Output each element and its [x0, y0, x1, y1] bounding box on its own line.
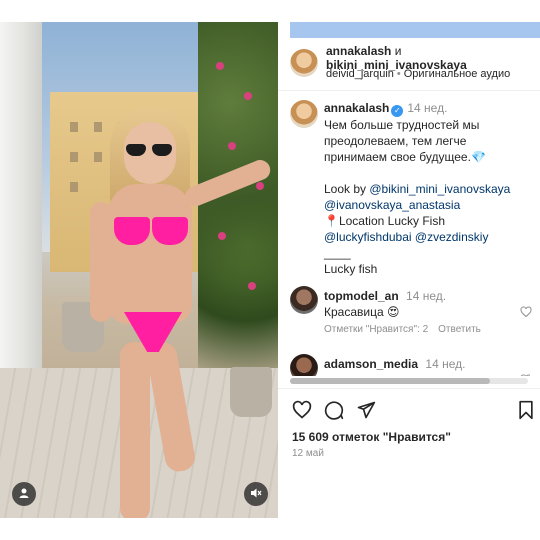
- audio-user-link[interactable]: deivid_jarquin: [326, 68, 394, 80]
- caption-line: Чем больше трудностей мы: [324, 118, 480, 132]
- send-icon: [356, 400, 376, 425]
- pin-emoji: 📍: [324, 214, 339, 228]
- scrollbar-thumb[interactable]: [290, 378, 490, 384]
- commenter-avatar[interactable]: [290, 286, 318, 314]
- instagram-post-screen: annakalash и bikini_mini_ivanovskaya dei…: [0, 0, 540, 540]
- audio-info: deivid_jarquin • Оригинальное аудио: [326, 68, 511, 80]
- audio-label-link[interactable]: Оригинальное аудио: [404, 68, 511, 80]
- comment-like-heart-icon[interactable]: [520, 306, 532, 321]
- divider: [278, 388, 540, 389]
- reply-button[interactable]: Ответить: [438, 324, 481, 335]
- comment-like-heart-icon[interactable]: [520, 374, 530, 376]
- comment-likes-link[interactable]: Отметки "Нравится": 2: [324, 324, 428, 335]
- heart-icon: [292, 400, 312, 425]
- like-button[interactable]: [290, 400, 314, 424]
- post-date[interactable]: 12 май: [292, 448, 324, 459]
- caption-line: преодолеваем, тем легче: [324, 134, 467, 148]
- comment-item: adamson_media 14 нед.: [290, 354, 530, 376]
- commenter-username-link[interactable]: adamson_media: [324, 357, 418, 371]
- author-avatar[interactable]: [290, 49, 318, 77]
- location-text: Location Lucky Fish: [338, 214, 446, 228]
- user-icon: [18, 487, 30, 502]
- mute-icon: [250, 487, 262, 502]
- gem-emoji: 💎: [470, 150, 486, 164]
- commenter-avatar[interactable]: [290, 354, 318, 376]
- caption-rule: ____: [324, 246, 351, 260]
- divider: [278, 90, 540, 91]
- tagged-users-button[interactable]: [12, 482, 36, 506]
- comment-body: adamson_media 14 нед.: [324, 356, 465, 372]
- mention-link[interactable]: @luckyfishdubai: [324, 230, 412, 244]
- comment-time: 14 нед.: [425, 357, 466, 371]
- post-actions-bar: [290, 400, 540, 424]
- verified-badge-icon: ✓: [391, 105, 404, 117]
- commenter-username-link[interactable]: topmodel_an: [324, 289, 399, 303]
- comment-button[interactable]: [322, 400, 346, 424]
- post-header: annakalash и bikini_mini_ivanovskaya dei…: [290, 43, 540, 83]
- caption-avatar[interactable]: [290, 100, 318, 128]
- comment-text: Красавица: [324, 305, 384, 319]
- mute-button[interactable]: [244, 482, 268, 506]
- post-caption: annakalash ✓ 14 нед. Чем больше трудностей…: [324, 100, 534, 277]
- top-accent-bar: [290, 22, 540, 38]
- look-by-label: Look by: [324, 182, 367, 196]
- comment-icon: [324, 400, 344, 425]
- caption-line: принимаем свое будущее.: [324, 150, 471, 164]
- share-button[interactable]: [354, 400, 378, 424]
- heart-eyes-emoji: 😍: [386, 305, 400, 319]
- author-username-link[interactable]: annakalash: [326, 44, 391, 58]
- comment-meta: Отметки "Нравится": 2 Ответить: [324, 324, 481, 335]
- caption-username-link[interactable]: annakalash: [324, 101, 389, 115]
- mention-link[interactable]: @zvezdinskiy: [415, 230, 489, 244]
- caption-footer: Lucky fish: [324, 262, 378, 276]
- caption-time: 14 нед.: [407, 101, 448, 115]
- save-button[interactable]: [514, 400, 538, 424]
- post-details-panel: annakalash и bikini_mini_ivanovskaya dei…: [278, 38, 540, 518]
- comment-time: 14 нед.: [406, 289, 447, 303]
- bookmark-icon: [516, 400, 536, 425]
- comment-body: topmodel_an 14 нед. Красавица 😍: [324, 288, 446, 320]
- horizontal-scrollbar[interactable]: [290, 378, 528, 384]
- mention-link[interactable]: @bikini_mini_ivanovskaya: [369, 182, 510, 196]
- post-media[interactable]: [0, 22, 278, 518]
- likes-count[interactable]: 15 609 отметок "Нравится": [292, 430, 451, 444]
- model-figure: [90, 102, 274, 518]
- comment-item: topmodel_an 14 нед. Красавица 😍 Отметки …: [290, 286, 532, 338]
- mention-link[interactable]: @ivanovskaya_anastasia: [324, 197, 534, 213]
